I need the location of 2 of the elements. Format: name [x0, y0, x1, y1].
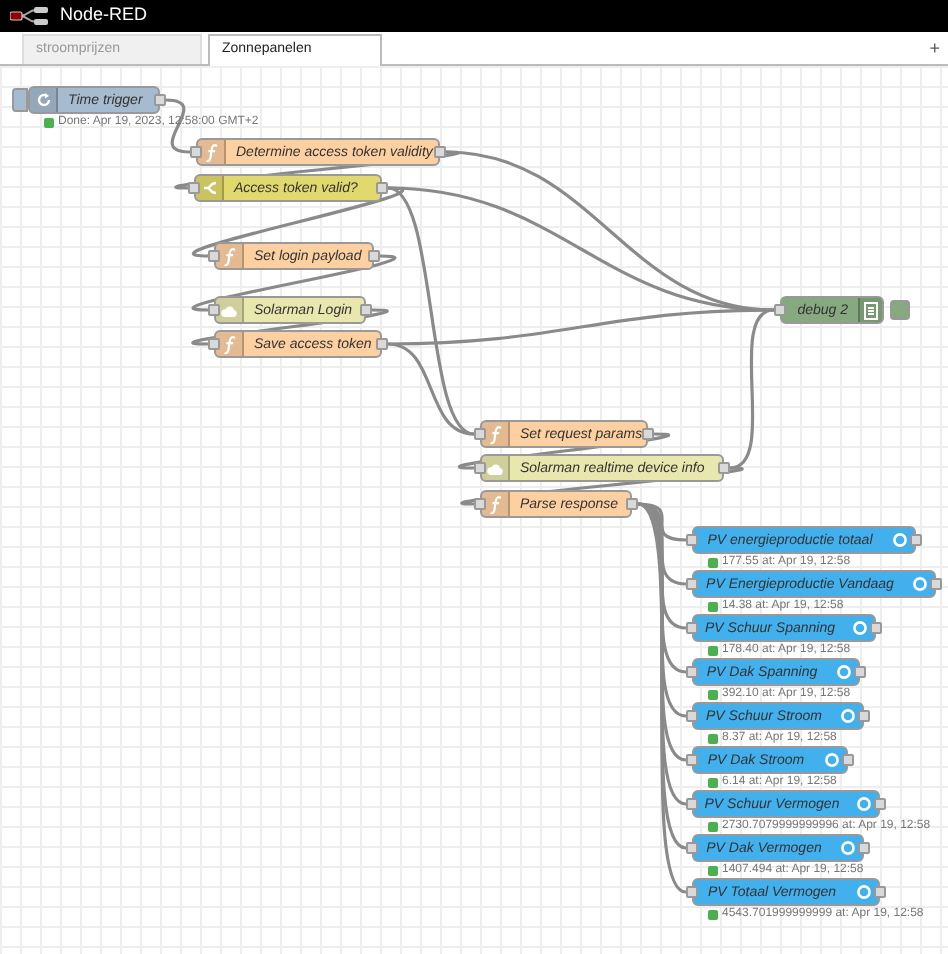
- add-tab-button[interactable]: +: [929, 36, 940, 63]
- app-title: Node-RED: [60, 2, 148, 29]
